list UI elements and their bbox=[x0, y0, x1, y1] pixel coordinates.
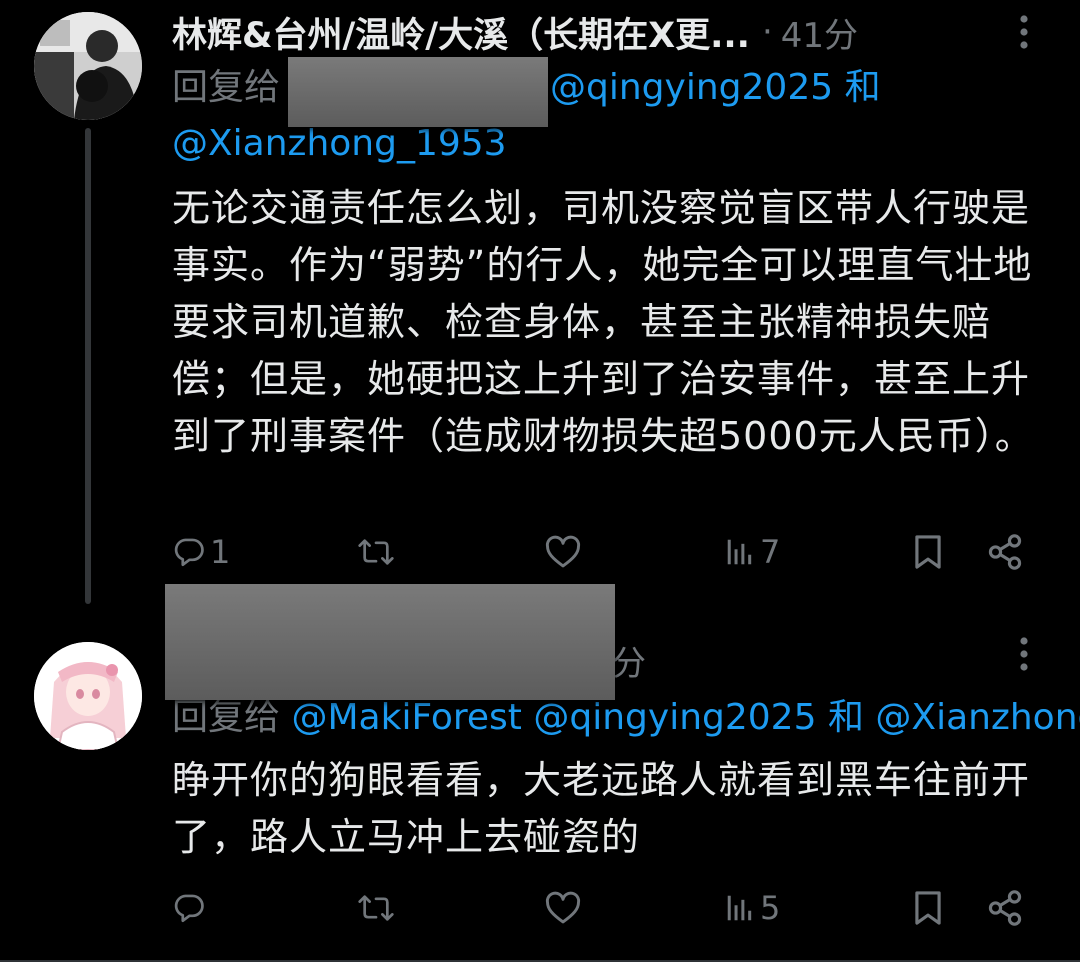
mention-link[interactable]: @qingying2025 bbox=[550, 67, 833, 108]
share-button[interactable] bbox=[986, 878, 1024, 938]
reply-icon bbox=[174, 538, 204, 567]
reply-button[interactable] bbox=[172, 878, 210, 938]
avatar-photo bbox=[34, 12, 142, 120]
timestamp[interactable]: 41分 bbox=[781, 8, 858, 57]
reply-tweet[interactable]: 分 回复给 @MakiForest @qingying2025 和 @Xianz… bbox=[0, 584, 1080, 962]
views-button[interactable]: 7 bbox=[724, 522, 780, 582]
mention-link[interactable]: @Xianzhong_1953 bbox=[875, 697, 1080, 738]
action-bar: 5 bbox=[170, 878, 1040, 938]
reply-icon bbox=[174, 894, 204, 923]
replying-to-label: 回复给 bbox=[172, 67, 281, 108]
views-count: 5 bbox=[760, 889, 781, 927]
views-icon bbox=[727, 539, 752, 565]
like-icon bbox=[545, 535, 581, 568]
more-icon bbox=[1020, 637, 1028, 671]
avatar-illustration bbox=[34, 642, 142, 750]
action-bar: 1 7 bbox=[170, 522, 1040, 582]
like-button[interactable] bbox=[544, 878, 586, 938]
like-button[interactable] bbox=[544, 522, 586, 582]
thread-line bbox=[85, 128, 91, 604]
share-button[interactable] bbox=[986, 522, 1024, 582]
redaction-box bbox=[288, 57, 548, 127]
reply-thread: 林辉&台州/温岭/大溪（长期在X更... · 41分 回复给 @qingying2… bbox=[0, 0, 1080, 962]
like-icon bbox=[545, 891, 581, 924]
more-button[interactable] bbox=[1004, 624, 1044, 684]
tweet-header: 林辉&台州/温岭/大溪（长期在X更... · 41分 bbox=[172, 2, 858, 62]
author-name[interactable]: 林辉&台州/温岭/大溪（长期在X更... bbox=[172, 7, 750, 58]
tweet-text: 无论交通责任怎么划，司机没察觉盲区带人行驶是事实。作为“弱势”的行人，她完全可以… bbox=[172, 186, 1034, 458]
bookmark-icon bbox=[915, 891, 941, 925]
tweet-text: 睁开你的狗眼看看，大老远路人就看到黑车往前开了，路人立马冲上去碰瓷的 bbox=[172, 758, 1031, 859]
bookmark-icon bbox=[915, 535, 941, 569]
separator-dot: · bbox=[761, 12, 773, 52]
mention-link[interactable]: @MakiForest bbox=[291, 697, 521, 738]
timestamp[interactable]: 分 bbox=[612, 636, 646, 685]
repost-icon bbox=[358, 895, 394, 921]
mention-link[interactable]: @Xianzhong_1953 bbox=[172, 123, 507, 164]
mention-joiner: 和 bbox=[827, 697, 864, 738]
views-button[interactable]: 5 bbox=[724, 878, 780, 938]
repost-button[interactable] bbox=[356, 522, 400, 582]
repost-button[interactable] bbox=[356, 878, 400, 938]
more-icon bbox=[1020, 15, 1028, 49]
views-count: 7 bbox=[760, 533, 781, 571]
avatar[interactable] bbox=[34, 642, 142, 750]
reply-count: 1 bbox=[210, 533, 231, 571]
mention-joiner: 和 bbox=[844, 67, 881, 108]
bookmark-button[interactable] bbox=[912, 878, 944, 938]
bookmark-button[interactable] bbox=[912, 522, 944, 582]
share-icon bbox=[988, 890, 1022, 926]
share-icon bbox=[988, 534, 1022, 570]
redaction-box bbox=[165, 584, 615, 700]
avatar[interactable] bbox=[34, 12, 142, 120]
views-icon bbox=[727, 895, 752, 921]
reply-button[interactable]: 1 bbox=[172, 522, 230, 582]
mention-link[interactable]: @qingying2025 bbox=[533, 697, 816, 738]
more-button[interactable] bbox=[1004, 2, 1044, 62]
repost-icon bbox=[358, 539, 394, 565]
replying-to-label: 回复给 bbox=[172, 697, 281, 738]
reply-tweet[interactable]: 林辉&台州/温岭/大溪（长期在X更... · 41分 回复给 @qingying2… bbox=[0, 0, 1080, 610]
